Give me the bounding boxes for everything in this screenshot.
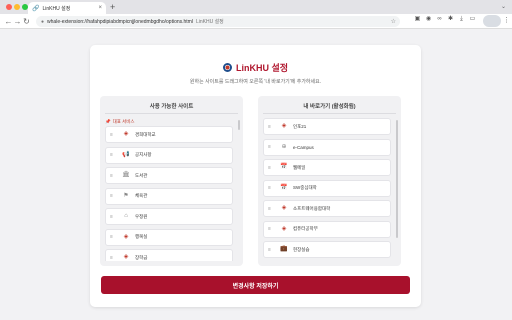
list-item[interactable]: ≡ ◈ 경희대학교: [105, 126, 233, 143]
drag-handle-icon[interactable]: ≡: [110, 214, 116, 220]
globe-icon: ⊕: [281, 143, 287, 150]
available-sites-title: 사용 가능한 사이트: [149, 104, 194, 110]
khu-logo-icon: ◈: [281, 123, 287, 129]
drag-handle-icon[interactable]: ≡: [268, 144, 274, 150]
lock-icon: ●: [41, 18, 45, 25]
pin-icon: 📌: [105, 119, 111, 124]
menu-icon[interactable]: ⋮: [503, 16, 510, 24]
chevron-down-icon[interactable]: ⌄: [501, 3, 506, 10]
scrollbar[interactable]: [238, 120, 240, 130]
divider: [105, 113, 238, 114]
back-button[interactable]: ←: [4, 17, 13, 26]
calendar-icon: 📅: [280, 184, 288, 191]
my-shortcuts-list[interactable]: ≡ ◈ 인포21 ≡ ⊕ e-Campus ≡ 📅 웹메일 ≡ 📅 SW중심대학…: [263, 118, 391, 261]
calendar-icon: 📅: [280, 164, 288, 170]
extension-icon[interactable]: ▣: [414, 16, 421, 23]
url-text: whale-extension://hafahpdipiabdmpicnjjlo…: [47, 19, 224, 25]
extension-icons: ▣ ◉ ∞ ✱ ⤓ ▭: [414, 16, 476, 23]
list-item[interactable]: ≡ ⚑ 체육관: [105, 187, 233, 205]
close-window-button[interactable]: [6, 4, 12, 10]
drag-handle-icon[interactable]: ≡: [268, 185, 274, 191]
download-icon[interactable]: ⤓: [458, 16, 465, 23]
drag-handle-icon[interactable]: ≡: [268, 165, 274, 171]
khu-logo-icon: ◈: [123, 233, 129, 240]
list-item[interactable]: ≡ ◈ 장학금: [105, 249, 233, 261]
my-shortcuts-title: 내 바로가기 (활성화됨): [303, 104, 356, 110]
page-header: LinKHU 설정: [90, 61, 421, 73]
link-extension-icon[interactable]: ∞: [436, 16, 443, 23]
khu-logo-icon: ◈: [123, 254, 129, 260]
browser-tab[interactable]: 🔗 LinKHU 설정 ×: [28, 2, 106, 14]
divider: [263, 113, 396, 114]
list-item[interactable]: ≡ 📅 웹메일: [263, 159, 391, 176]
briefcase-icon: 💼: [280, 246, 288, 252]
list-item[interactable]: ≡ 📅 SW중심대학: [263, 179, 391, 197]
forward-button[interactable]: →: [13, 17, 22, 26]
my-shortcuts-panel: 내 바로가기 (활성화됨) ≡ ◈ 인포21 ≡ ⊕ e-Campus ≡ 📅 …: [258, 96, 401, 266]
browser-toolbar: ← → ↻ ● whale-extension://hafahpdipiabdm…: [0, 14, 512, 29]
list-item[interactable]: ≡ ◈ 행복실: [105, 228, 233, 246]
profile-avatar[interactable]: [483, 15, 501, 27]
reload-button[interactable]: ↻: [22, 17, 31, 26]
browser-tab-bar: 🔗 LinKHU 설정 × + ⌄: [0, 0, 512, 14]
list-item[interactable]: ≡ ◈ 컴퓨터공학부: [263, 220, 391, 238]
new-tab-button[interactable]: +: [110, 2, 115, 12]
drag-handle-icon[interactable]: ≡: [110, 193, 116, 199]
list-item[interactable]: ≡ ◈ 인포21: [263, 118, 391, 135]
drag-handle-icon[interactable]: ≡: [110, 152, 116, 158]
bookmark-star-icon[interactable]: ☆: [391, 18, 396, 25]
drag-handle-icon[interactable]: ≡: [110, 173, 116, 179]
page-title: LinKHU 설정: [235, 62, 289, 73]
list-item[interactable]: ≡ 💼 현장실습: [263, 241, 391, 258]
scrollbar[interactable]: [396, 120, 398, 238]
drag-handle-icon[interactable]: ≡: [110, 255, 116, 261]
minimize-window-button[interactable]: [14, 4, 20, 10]
drag-handle-icon[interactable]: ≡: [268, 247, 274, 253]
section-label: 📌 대표 서비스: [105, 119, 135, 124]
notice-icon: 📢: [122, 151, 130, 158]
khu-logo-icon: ◈: [281, 225, 287, 232]
drag-handle-icon[interactable]: ≡: [110, 132, 116, 138]
list-item[interactable]: ≡ 📢 공지사항: [105, 146, 233, 164]
dorm-icon: ⌂: [124, 213, 128, 219]
gym-icon: ⚑: [123, 192, 129, 199]
drag-handle-icon[interactable]: ≡: [268, 226, 274, 232]
sidebar-icon[interactable]: ▭: [469, 16, 476, 23]
available-sites-panel: 사용 가능한 사이트 📌 대표 서비스 ≡ ◈ 경희대학교 ≡ 📢 공지사항 ≡…: [100, 96, 243, 266]
khu-logo-icon: ◈: [281, 205, 287, 211]
close-icon[interactable]: ×: [98, 5, 102, 11]
settings-card: LinKHU 설정 원하는 사이트를 드래그하여 오른쪽 '내 바로가기'에 추…: [90, 45, 421, 307]
save-changes-button[interactable]: 변경사항 저장하기: [101, 276, 410, 294]
khu-logo-icon: [222, 62, 232, 72]
list-item[interactable]: ≡ ⊕ e-Campus: [263, 138, 391, 156]
list-item[interactable]: ≡ ◈ 소프트웨어융합대학: [263, 200, 391, 217]
puzzle-icon[interactable]: ✱: [447, 16, 454, 23]
tab-title: LinKHU 설정: [42, 5, 71, 12]
drag-handle-icon[interactable]: ≡: [268, 124, 274, 130]
khu-logo-icon: ◈: [123, 131, 129, 137]
available-sites-list[interactable]: 📌 대표 서비스 ≡ ◈ 경희대학교 ≡ 📢 공지사항 ≡ 🏛 도서관 ≡ ⚑: [105, 118, 233, 261]
drag-handle-icon[interactable]: ≡: [268, 206, 274, 212]
page-subtitle: 원하는 사이트를 드래그하여 오른쪽 '내 바로가기'에 추가하세요.: [189, 79, 322, 85]
extension-icon[interactable]: ◉: [425, 16, 432, 23]
list-item[interactable]: ≡ ⌂ 우정원: [105, 208, 233, 225]
drag-handle-icon[interactable]: ≡: [110, 234, 116, 240]
address-bar[interactable]: ● whale-extension://hafahpdipiabdmpicnjj…: [36, 16, 400, 27]
link-favicon-icon: 🔗: [32, 5, 40, 12]
library-icon: 🏛: [122, 172, 130, 178]
list-item[interactable]: ≡ 🏛 도서관: [105, 167, 233, 184]
